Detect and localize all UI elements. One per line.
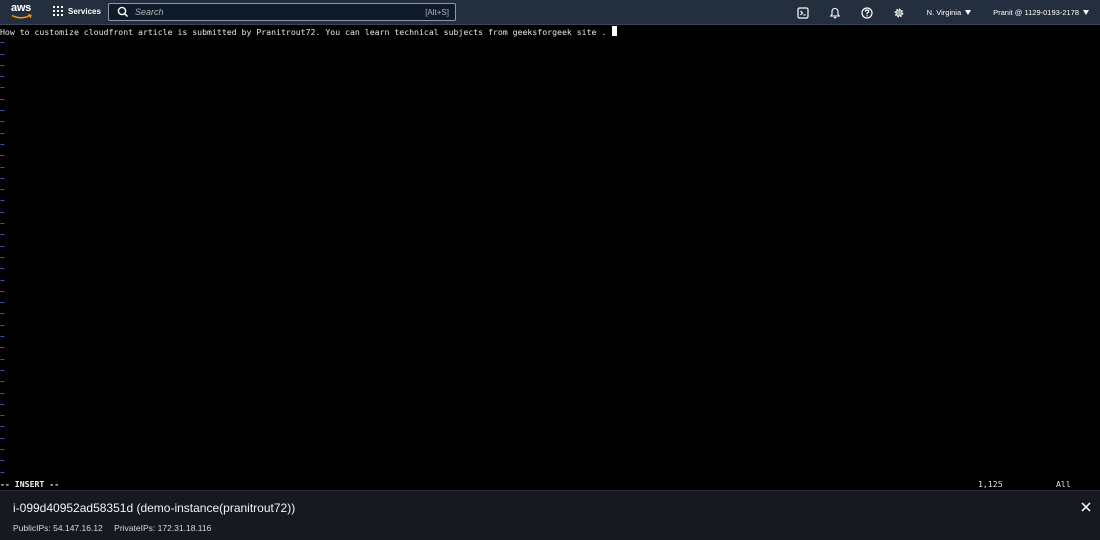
tilde-marker: ~ [0, 48, 5, 59]
tilde-marker: ~ [0, 376, 5, 387]
cursor-position: 1,125 [978, 479, 1003, 489]
tilde-marker: ~ [0, 105, 5, 116]
tilde-marker: ~ [0, 308, 5, 319]
tilde-marker: ~ [0, 364, 5, 375]
scroll-position: All [1056, 479, 1071, 489]
services-menu-button[interactable]: Services [53, 6, 101, 16]
bell-icon [829, 7, 841, 18]
tilde-marker: ~ [0, 150, 5, 161]
tilde-marker: ~ [0, 331, 5, 342]
tilde-marker: ~ [0, 263, 5, 274]
tilde-marker: ~ [0, 398, 5, 409]
gear-icon [894, 8, 904, 17]
search-box[interactable]: [Alt+S] [108, 3, 456, 21]
help-button[interactable] [851, 0, 883, 25]
tilde-marker: ~ [0, 319, 5, 330]
tilde-marker: ~ [0, 59, 5, 70]
settings-button[interactable] [883, 0, 915, 25]
empty-line-markers: ~ ~ ~ ~ ~ ~ ~ ~ ~ ~ ~ ~ ~ ~ ~ ~ ~ ~ ~ ~ ~ ~ ~ ~ ~ ~ ~ ~ ~ ~ ~ ~ ~ ~ ~ ~ ~ ~ ~ [0, 37, 5, 478]
notifications-button[interactable] [819, 0, 851, 25]
tilde-marker: ~ [0, 82, 5, 93]
region-selector[interactable]: N. Virginia [926, 8, 972, 17]
tilde-marker: ~ [0, 274, 5, 285]
tilde-marker: ~ [0, 116, 5, 127]
tilde-marker: ~ [0, 342, 5, 353]
tilde-marker: ~ [0, 184, 5, 195]
tilde-marker: ~ [0, 240, 5, 251]
aws-logo[interactable]: aws [11, 3, 33, 21]
account-menu[interactable]: Pranit @ 1129-0193-2178 [993, 8, 1089, 17]
tilde-marker: ~ [0, 218, 5, 229]
tilde-marker: ~ [0, 432, 5, 443]
vim-status-line: -- INSERT -- 1,125 All [0, 479, 1100, 490]
text-cursor [612, 26, 618, 36]
search-icon [117, 6, 129, 18]
tilde-marker: ~ [0, 37, 5, 48]
tilde-marker: ~ [0, 421, 5, 432]
account-caret-icon [1083, 10, 1089, 15]
buffer-line-1: How to customize cloudfront article is s… [0, 26, 618, 38]
tilde-marker: ~ [0, 127, 5, 138]
instance-ip-info: PublicIPs: 54.147.16.12 PrivateIPs: 172.… [13, 523, 220, 533]
cloudshell-icon [797, 6, 809, 19]
tilde-marker: ~ [0, 206, 5, 217]
help-icon [861, 6, 873, 19]
services-label: Services [68, 6, 101, 16]
vim-mode-indicator: -- INSERT -- [0, 479, 60, 489]
private-ips: PrivateIPs: 172.31.18.116 [114, 523, 212, 533]
tilde-marker: ~ [0, 455, 5, 466]
tilde-marker: ~ [0, 172, 5, 183]
tilde-marker: ~ [0, 161, 5, 172]
tilde-marker: ~ [0, 138, 5, 149]
aws-smile-icon [11, 14, 32, 19]
tilde-marker: ~ [0, 93, 5, 104]
aws-logo-text: aws [11, 2, 31, 14]
nav-right-group: N. Virginia Pranit @ 1129-0193-2178 [787, 0, 1100, 25]
tilde-marker: ~ [0, 195, 5, 206]
tilde-marker: ~ [0, 443, 5, 454]
region-label: N. Virginia [926, 8, 962, 17]
tilde-marker: ~ [0, 410, 5, 421]
tilde-marker: ~ [0, 71, 5, 82]
tilde-marker: ~ [0, 229, 5, 240]
tilde-marker: ~ [0, 297, 5, 308]
tilde-marker: ~ [0, 285, 5, 296]
close-icon[interactable] [1079, 500, 1093, 514]
tilde-marker: ~ [0, 387, 5, 398]
public-ips: PublicIPs: 54.147.16.12 [13, 523, 103, 533]
tilde-marker: ~ [0, 466, 5, 477]
vim-terminal[interactable]: How to customize cloudfront article is s… [0, 26, 1100, 490]
aws-top-nav: aws Services [Alt+S] [0, 0, 1100, 25]
account-label: Pranit @ 1129-0193-2178 [993, 8, 1079, 17]
buffer-line-text: How to customize cloudfront article is s… [0, 27, 607, 37]
cloudshell-button[interactable] [787, 0, 819, 25]
tilde-marker: ~ [0, 353, 5, 364]
search-input[interactable] [130, 7, 426, 17]
instance-title: i-099d40952ad58351d (demo-instance(prani… [13, 501, 296, 515]
tilde-marker: ~ [0, 251, 5, 262]
services-grid-icon [53, 6, 63, 16]
region-caret-icon [965, 10, 972, 15]
search-shortcut-hint: [Alt+S] [425, 7, 449, 17]
instance-info-panel: i-099d40952ad58351d (demo-instance(prani… [0, 490, 1100, 540]
